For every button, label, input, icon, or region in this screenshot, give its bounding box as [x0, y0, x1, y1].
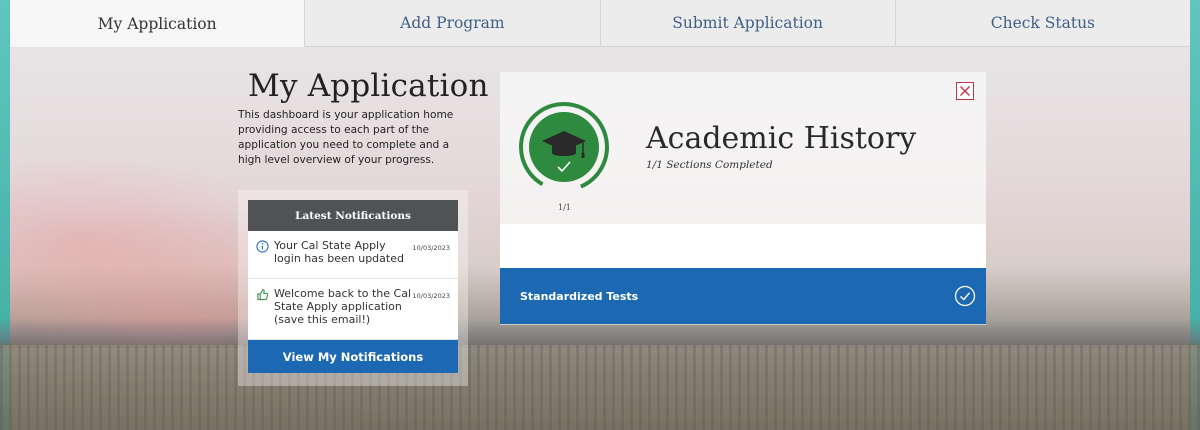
view-notifications-button[interactable]: View My Notifications: [248, 340, 458, 373]
section-progress-indicator: [519, 102, 609, 192]
notification-item[interactable]: Your Cal State Apply login has been upda…: [248, 231, 458, 279]
card-subtitle: 1/1 Sections Completed: [646, 159, 773, 171]
notification-date: 10/03/2023: [412, 292, 450, 300]
section-label: Standardized Tests: [520, 289, 639, 303]
tab-check-status[interactable]: Check Status: [895, 0, 1190, 47]
thumbs-up-icon: [257, 289, 269, 301]
intro-description: This dashboard is your application home …: [238, 109, 454, 166]
close-button[interactable]: [956, 82, 974, 100]
notifications-panel: Latest Notifications Your Cal State Appl…: [238, 190, 468, 386]
notification-item[interactable]: Welcome back to the Cal State Apply appl…: [248, 279, 458, 340]
notifications-header: Latest Notifications: [248, 200, 458, 231]
check-circle-icon: [954, 285, 976, 307]
notification-date: 10/03/2023: [412, 244, 450, 252]
tab-add-program[interactable]: Add Program: [305, 0, 601, 47]
background-cityscape: [0, 345, 1200, 430]
info-circle-icon: [256, 240, 269, 253]
notification-text: Your Cal State Apply login has been upda…: [274, 239, 404, 265]
tab-submit-application[interactable]: Submit Application: [600, 0, 896, 47]
card-title: Academic History: [646, 121, 917, 156]
top-nav-tabs: My Application Add Program Submit Applic…: [10, 0, 1190, 47]
progress-label: 1/1: [558, 203, 571, 212]
section-row-standardized-tests[interactable]: Standardized Tests: [500, 268, 986, 324]
page-title: My Application: [248, 68, 489, 104]
card-spacer: [500, 224, 986, 268]
tab-my-application[interactable]: My Application: [10, 0, 306, 47]
academic-history-card: 1/1 Academic History 1/1 Sections Comple…: [500, 72, 986, 325]
close-icon: [960, 86, 970, 96]
notification-text: Welcome back to the Cal State Apply appl…: [274, 287, 412, 326]
intro-section: My Application This dashboard is your ap…: [238, 68, 489, 168]
